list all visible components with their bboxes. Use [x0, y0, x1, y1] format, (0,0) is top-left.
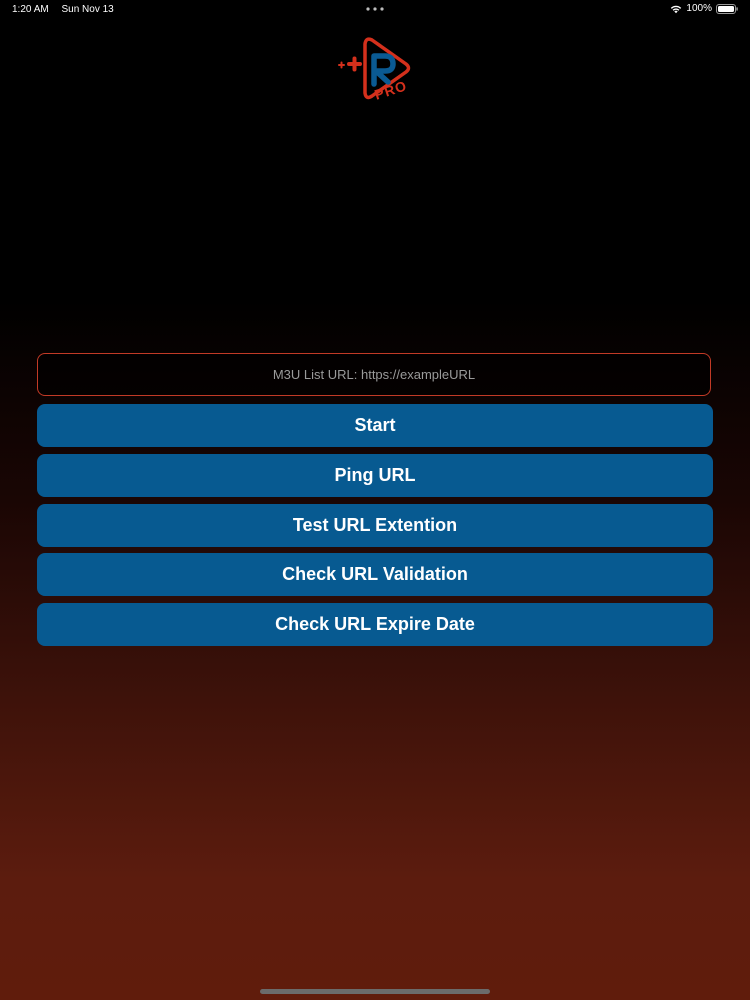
status-indicators: 100%: [670, 3, 738, 14]
check-url-expire-date-button[interactable]: Check URL Expire Date: [37, 603, 713, 646]
multitasking-dots-icon[interactable]: [366, 7, 384, 11]
start-button[interactable]: Start: [37, 404, 713, 447]
status-bar: 1:20 AM Sun Nov 13 100%: [0, 0, 750, 20]
status-time-date: 1:20 AM Sun Nov 13: [12, 4, 114, 15]
app-logo: PRO: [336, 34, 416, 106]
status-time: 1:20 AM: [12, 4, 49, 15]
home-indicator[interactable]: [260, 989, 490, 994]
test-url-extension-button[interactable]: Test URL Extention: [37, 504, 713, 547]
m3u-url-input[interactable]: M3U List URL: https://exampleURL: [37, 353, 711, 396]
status-date: Sun Nov 13: [61, 4, 114, 15]
battery-icon: [716, 3, 738, 14]
check-url-validation-button[interactable]: Check URL Validation: [37, 553, 713, 596]
ping-url-button[interactable]: Ping URL: [37, 454, 713, 497]
battery-percentage: 100%: [686, 3, 712, 14]
wifi-icon: [671, 5, 682, 13]
